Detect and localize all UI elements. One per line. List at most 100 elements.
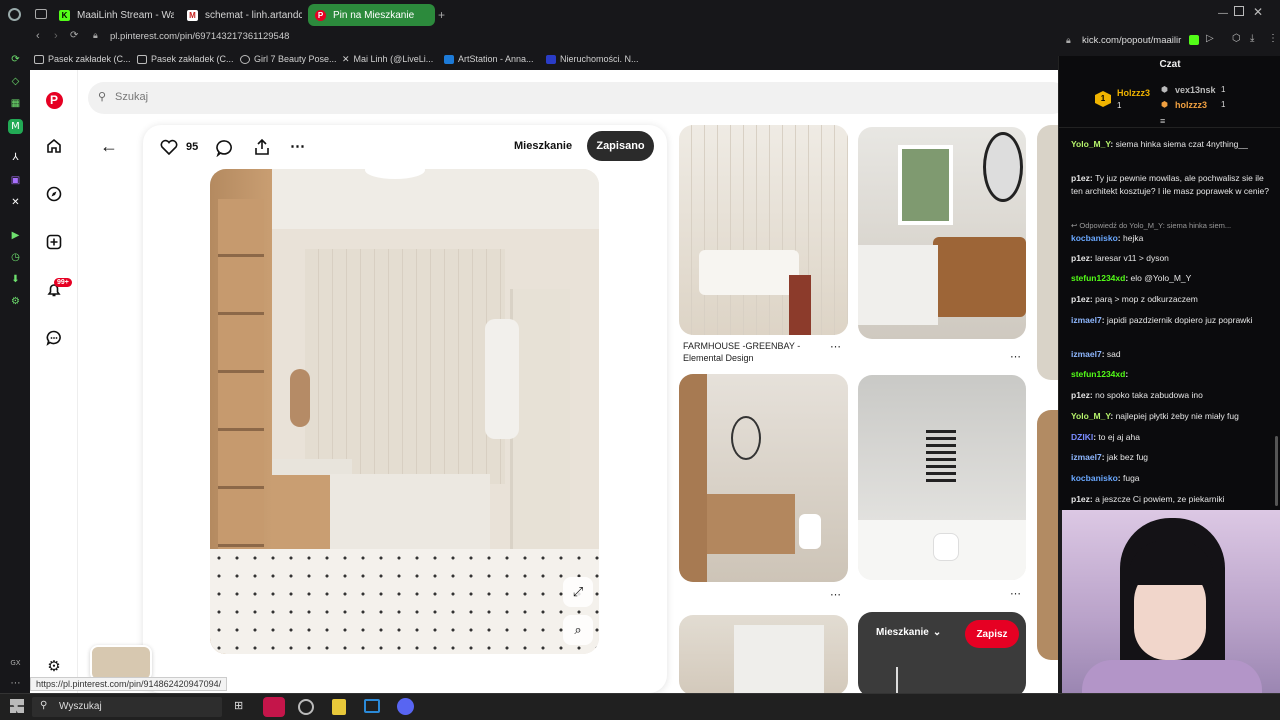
home-icon[interactable] [44,136,64,156]
back-icon[interactable]: ‹ [36,30,40,42]
close-icon[interactable]: ✕ [1253,5,1263,19]
workspace-icon[interactable]: ▦ [8,96,23,111]
tile-more-icon[interactable]: ⋯ [1010,350,1021,363]
pin-tile[interactable] [679,615,848,693]
board-selector[interactable]: Mieszkanie [514,140,572,152]
start-icon[interactable] [10,699,24,713]
save-button[interactable]: Zapisz [965,620,1019,648]
x-icon[interactable]: ✕ [8,195,23,210]
bookmark-item[interactable]: ✕ Mai Linh (@LiveLi... [342,52,433,66]
download-icon[interactable]: ⤓ [1250,33,1254,44]
pin-tile[interactable] [1037,125,1058,380]
twitch-icon[interactable]: ▣ [8,173,23,188]
bookmark-item[interactable]: Nieruchomości. N... [546,52,639,66]
expand-icon[interactable]: ⤢ [563,577,593,607]
tile-more-icon[interactable]: ⋯ [830,340,841,353]
pin-tile-hovered[interactable]: Mieszkanie ⌄ Zapisz [858,612,1026,693]
popup-url[interactable]: kick.com/popout/maailir [1082,35,1181,46]
share-icon[interactable] [253,138,271,156]
saved-button[interactable]: Zapisano [587,131,654,161]
reload-icon[interactable]: ⟳ [70,30,78,41]
menu-icon[interactable]: ⋮ [1268,33,1278,44]
pin-tile[interactable] [858,127,1026,339]
pin-image[interactable]: ⤢ ⌕ [210,169,599,654]
chat-username[interactable]: stefun1234xd [1071,369,1125,379]
chat-username[interactable]: p1ez [1071,173,1090,183]
chat-username[interactable]: p1ez [1071,494,1090,504]
more-icon[interactable]: ⋯ [8,676,23,691]
back-arrow-icon[interactable]: ← [100,136,118,157]
gx-icon[interactable]: GX [8,655,23,670]
tab-schemat[interactable]: M schemat - linh.artandcos [180,4,302,26]
chat-username[interactable]: izmael7 [1071,452,1102,462]
top-user[interactable]: holzzz3 [1175,100,1207,110]
like-button[interactable]: 95 [160,139,198,155]
bookmark-item[interactable]: Pasek zakładek (C... [137,52,234,66]
pin-tile[interactable] [858,375,1026,580]
url-field[interactable]: pl.pinterest.com/pin/697143217361129548 [110,31,289,42]
top-user[interactable]: vex13nsk [1175,85,1216,95]
opera-logo-icon[interactable] [8,8,21,21]
bookmark-item[interactable]: Pasek zakładek (C... [34,52,131,66]
app-icon[interactable] [364,699,380,713]
settings-icon[interactable]: ⚙ [8,294,23,309]
more-options-icon[interactable]: ⋯ [290,137,305,155]
forward-icon[interactable]: › [54,30,58,42]
chat-username[interactable]: kocbanisko [1071,233,1118,243]
top-user[interactable]: Holzzz3 [1117,88,1150,98]
task-view-icon[interactable]: ⊞ [234,699,243,712]
comment-icon[interactable] [216,139,234,157]
tile-more-icon[interactable]: ⋯ [830,588,841,601]
tile-title[interactable]: FARMHOUSE -GREENBAY - Elemental Design [683,340,803,364]
chat-username[interactable]: p1ez [1071,390,1090,400]
messages-icon[interactable] [44,328,64,348]
mail-icon[interactable]: M [8,119,23,134]
pin-tile[interactable] [679,374,848,582]
scrollbar[interactable] [1275,436,1278,506]
minimize-icon[interactable]: — [1218,8,1228,19]
create-icon[interactable] [44,232,64,252]
taskbar-search-input[interactable]: Wyszukaj [59,701,102,712]
chat-username[interactable]: Yolo_M_Y [1071,139,1110,149]
chat-username[interactable]: p1ez [1071,253,1090,263]
chat-username[interactable]: izmael7 [1071,349,1102,359]
chat-username[interactable]: stefun1234xd [1071,273,1125,283]
bookmark-item[interactable]: Girl 7 Beauty Pose... [240,52,337,66]
visual-search-icon[interactable]: ⌕ [563,615,593,645]
bookmark-item[interactable]: ArtStation - Anna... [444,52,534,66]
app-icon[interactable] [332,699,346,715]
play-icon[interactable]: ▷ [1206,33,1214,44]
opera-gx-taskbar-icon[interactable] [263,697,285,717]
chat-username[interactable]: izmael7 [1071,315,1102,325]
search-bar[interactable]: ⚲ Szukaj [88,82,1058,114]
pin-tile[interactable] [1037,410,1058,660]
shield-icon[interactable] [1189,35,1199,45]
chat-username[interactable]: p1ez [1071,294,1090,304]
player-icon[interactable]: ▶ [8,228,23,243]
taskbar-search[interactable]: ⚲ Wyszukaj [32,697,222,717]
obs-icon[interactable] [298,699,314,715]
collapse-icon[interactable]: ≡ [1160,116,1165,126]
pinterest-logo-icon[interactable]: P [44,90,64,110]
download-icon[interactable]: ⬇ [8,272,23,287]
history-icon[interactable]: ◷ [8,250,23,265]
pin-tile[interactable] [679,125,848,335]
chat-username[interactable]: kocbanisko [1071,473,1118,483]
kick-icon[interactable]: ⅄ [8,150,23,165]
explore-icon[interactable] [44,184,64,204]
refresh-icon[interactable]: ⟳ [8,52,23,67]
tab-pin[interactable]: P Pin na Mieszkanie [308,4,435,26]
hover-board-selector[interactable]: Mieszkanie ⌄ [876,627,941,638]
tile-more-icon[interactable]: ⋯ [1010,587,1021,600]
settings-icon[interactable]: ⚙ [44,656,64,676]
search-input[interactable]: Szukaj [115,91,148,103]
chat-username[interactable]: Yolo_M_Y [1071,411,1110,421]
thumbnail[interactable] [90,645,152,681]
new-tab-button[interactable]: + [438,8,445,22]
extensions-icon[interactable]: ⬡ [1232,33,1241,44]
maximize-icon[interactable] [1234,6,1244,16]
chat-username[interactable]: DZIKI [1071,432,1093,442]
tab-stream[interactable]: K MaaiLinh Stream - Watch [52,4,174,26]
tab-overview-icon[interactable] [35,9,47,19]
discord-icon[interactable] [397,698,414,715]
